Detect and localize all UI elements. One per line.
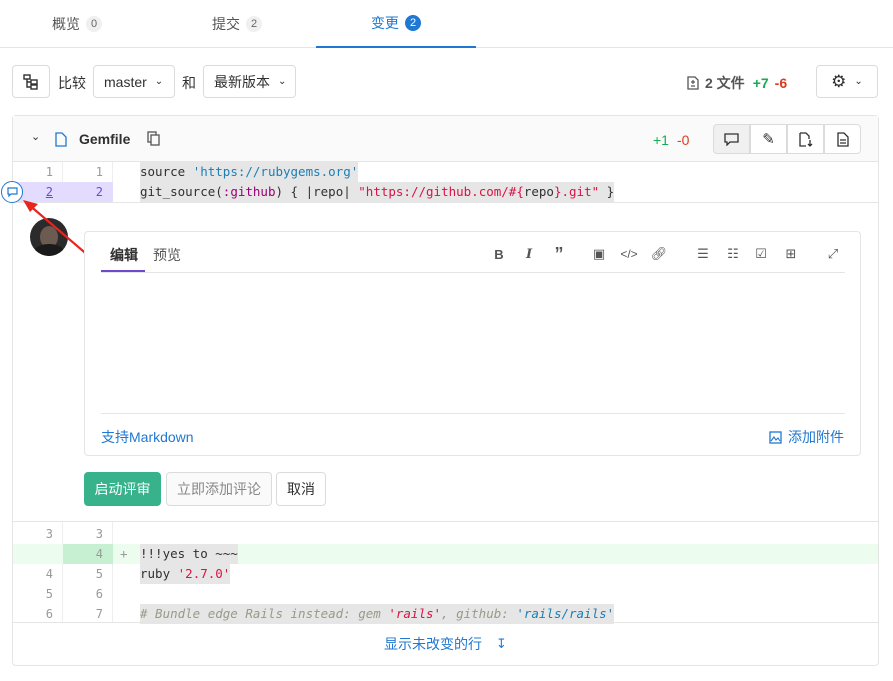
markdown-help-link[interactable]: 支持Markdown <box>101 427 194 447</box>
document-icon <box>836 131 849 147</box>
code-line: source 'https://rubygems.org' <box>140 162 359 182</box>
diff-file-header: ⌄ Gemfile +1 -0 ✎ <box>13 116 878 162</box>
comment-editor: 编辑 预览 B I ” ▣ </> 🔗︎ ☰ ☷ ☑ ⊞ ⤢ 支持Markdow… <box>84 231 861 456</box>
expand-down-icon: ↧ <box>496 636 507 651</box>
start-review-button[interactable]: 启动评审 <box>84 472 161 506</box>
suggestion-icon[interactable]: ▣ <box>591 246 607 262</box>
fullscreen-icon[interactable]: ⤢ <box>825 246 841 262</box>
table-icon[interactable]: ⊞ <box>783 246 799 262</box>
file-tree-icon <box>23 73 38 90</box>
code-icon[interactable]: </> <box>620 246 637 262</box>
file-arrow-icon <box>798 131 812 147</box>
code-line: ruby '2.7.0' <box>140 564 231 584</box>
task-list-icon[interactable]: ☑ <box>753 246 769 262</box>
diff-line-selected: 2 2 git_source(:github) { |repo| "https:… <box>13 182 878 202</box>
tab-write[interactable]: 编辑 <box>110 245 138 265</box>
bullet-list-icon[interactable]: ☰ <box>695 246 711 262</box>
code-line: !!!yes to ~~~ <box>140 544 238 564</box>
diff-line: 1 1 source 'https://rubygems.org' <box>13 162 878 182</box>
image-icon <box>769 430 782 444</box>
diff-line: 6 7 # Bundle edge Rails instead: gem 'ra… <box>13 604 878 624</box>
tab-commits-count: 2 <box>246 16 263 32</box>
code-line: # Bundle edge Rails instead: gem 'rails'… <box>140 604 615 624</box>
added-sign: + <box>120 546 128 561</box>
diff-stats: 2 文件 +7 -6 <box>687 73 787 93</box>
attach-file-label: 添加附件 <box>788 429 844 445</box>
files-count: 2 文件 <box>705 75 745 91</box>
new-line-number[interactable]: 3 <box>63 524 113 544</box>
new-line-number[interactable]: 6 <box>63 584 113 604</box>
target-version-dropdown[interactable]: 最新版本 ⌄ <box>203 65 296 98</box>
view-file-button[interactable] <box>787 124 824 154</box>
diff-line-added: 4 + !!!yes to ~~~ <box>13 544 878 564</box>
file-lines-removed: -0 <box>677 132 690 148</box>
attach-file-button[interactable]: 添加附件 <box>769 427 844 447</box>
target-version-value: 最新版本 <box>214 73 270 90</box>
bold-icon[interactable]: B <box>491 246 507 262</box>
new-line-number[interactable]: 1 <box>63 162 113 182</box>
toggle-comments-button[interactable] <box>713 124 750 154</box>
show-unchanged-label: 显示未改变的行 <box>384 636 483 652</box>
add-comment-now-button[interactable]: 立即添加评论 <box>166 472 272 506</box>
tab-overview-count: 0 <box>86 16 103 32</box>
tab-commits-label: 提交 <box>212 16 240 32</box>
old-line-number[interactable]: 3 <box>13 524 63 544</box>
tab-commits[interactable]: 提交 2 <box>212 0 263 48</box>
file-diff-icon <box>687 76 699 90</box>
link-icon[interactable]: 🔗︎ <box>651 246 668 262</box>
show-unchanged-lines-button[interactable]: 显示未改变的行 ↧ <box>13 623 878 665</box>
comment-textarea[interactable] <box>101 274 845 412</box>
lines-added: +7 <box>752 75 769 91</box>
numbered-list-icon[interactable]: ☷ <box>725 246 741 262</box>
copy-icon[interactable] <box>147 131 160 146</box>
file-tree-toggle-button[interactable] <box>12 65 50 98</box>
new-line-number[interactable]: 4 <box>63 544 113 564</box>
comment-add-icon <box>6 187 18 197</box>
file-icon <box>55 132 67 147</box>
old-line-number[interactable]: 4 <box>13 564 63 584</box>
diff-line: 5 6 <box>13 584 878 604</box>
old-line-number[interactable]: 1 <box>13 162 63 182</box>
comment-icon <box>724 132 739 146</box>
cancel-button[interactable]: 取消 <box>276 472 326 506</box>
old-line-number[interactable]: 5 <box>13 584 63 604</box>
diff-line: 4 5 ruby '2.7.0' <box>13 564 878 584</box>
mr-tabs: 概览 0 提交 2 变更 2 <box>0 0 893 48</box>
file-lines-added: +1 <box>653 132 669 148</box>
edit-file-button[interactable]: ✎ <box>750 124 787 154</box>
chevron-down-icon: ⌄ <box>854 76 863 87</box>
diff-settings-button[interactable]: ⚙ ⌄ <box>816 65 878 98</box>
italic-icon[interactable]: I <box>521 246 537 262</box>
chevron-down-icon: ⌄ <box>154 76 164 87</box>
chevron-down-icon: ⌄ <box>278 76 287 87</box>
diff-lines-bottom: 3 3 4 + !!!yes to ~~~ 4 5 ruby '2.7.0' 5… <box>13 522 878 624</box>
lines-removed: -6 <box>774 75 788 91</box>
and-label: 和 <box>182 75 196 91</box>
pencil-icon: ✎ <box>762 131 775 148</box>
tab-changes-label: 变更 <box>370 15 399 31</box>
new-line-number[interactable]: 5 <box>63 564 113 584</box>
diff-line: 3 3 <box>13 524 878 544</box>
gear-icon: ⚙ <box>831 71 847 91</box>
tab-changes[interactable]: 变更 2 <box>316 0 476 48</box>
old-line-number[interactable]: 6 <box>13 604 63 624</box>
quote-icon[interactable]: ” <box>551 244 567 264</box>
source-branch-dropdown[interactable]: master ⌄ <box>93 65 175 98</box>
collapse-chevron-icon[interactable]: ⌄ <box>31 130 40 143</box>
raw-file-button[interactable] <box>824 124 861 154</box>
tab-preview[interactable]: 预览 <box>153 245 181 265</box>
tab-changes-count: 2 <box>404 15 422 31</box>
file-name[interactable]: Gemfile <box>79 131 130 147</box>
source-branch-value: master <box>104 73 147 90</box>
code-line: git_source(:github) { |repo| "https://gi… <box>140 182 615 202</box>
compare-label: 比较 <box>58 75 86 91</box>
new-line-number[interactable]: 7 <box>63 604 113 624</box>
tab-overview[interactable]: 概览 0 <box>52 0 103 48</box>
tab-overview-label: 概览 <box>52 16 80 32</box>
